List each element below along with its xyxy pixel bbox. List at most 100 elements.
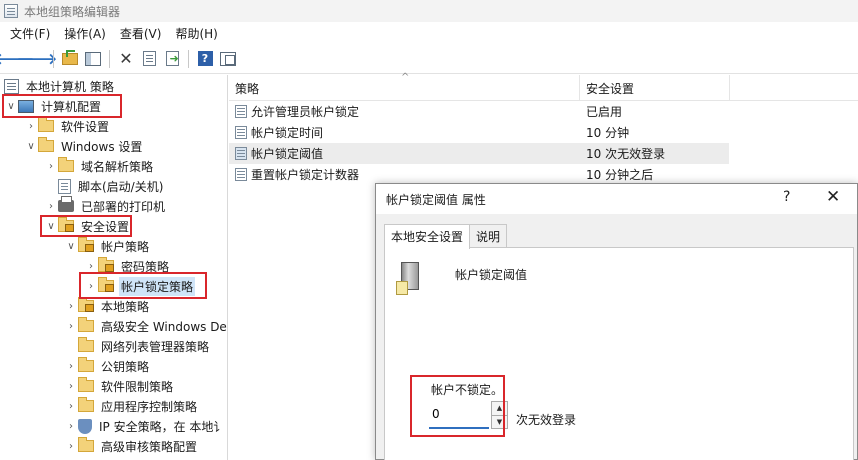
dialog-tabs: 本地安全设置 说明 <box>384 224 508 249</box>
forward-button[interactable]: 🡒 <box>17 49 57 69</box>
tree-item-label: 帐户策略 <box>101 239 150 254</box>
help-icon[interactable]: ? <box>783 189 790 205</box>
policy-name: 帐户锁定阈值 <box>251 147 324 161</box>
chevron-right-icon[interactable]: › <box>44 161 58 172</box>
tab-panel: 帐户锁定阈值 帐户不锁定。 ▲ ▼ 次无效登录 <box>384 247 854 460</box>
properties-button[interactable] <box>139 49 159 69</box>
export-list-button[interactable] <box>162 49 182 69</box>
tree-item-local-policy[interactable]: 本地计算机 策略 <box>4 76 116 96</box>
stepper-up-icon[interactable]: ▲ <box>492 402 507 415</box>
chevron-right-icon[interactable]: › <box>64 421 78 432</box>
policy-value: 10 分钟 <box>586 126 630 140</box>
tree-item-windows-defender-firewall[interactable]: › 高级安全 Windows De <box>64 316 227 336</box>
tree-item-software-restriction[interactable]: › 软件限制策略 <box>64 376 175 396</box>
tree-item-public-key-policies[interactable]: › 公钥策略 <box>64 356 151 376</box>
stepper-down-icon[interactable]: ▼ <box>492 414 507 428</box>
table-row[interactable]: 允许管理员帐户锁定 已启用 <box>229 101 729 122</box>
chevron-down-icon[interactable]: ∨ <box>64 241 78 252</box>
chevron-right-icon[interactable]: › <box>44 201 58 212</box>
chevron-down-icon[interactable]: ∨ <box>44 221 58 232</box>
menu-help[interactable]: 帮助(H) <box>169 23 223 44</box>
locked-folder-icon <box>98 277 114 292</box>
delete-button[interactable]: ✕ <box>116 49 136 69</box>
server-policy-icon <box>396 262 419 295</box>
up-one-level-button[interactable] <box>60 49 80 69</box>
tree-item-label: 应用程序控制策略 <box>101 399 198 414</box>
menu-file[interactable]: 文件(F) <box>4 23 56 44</box>
tree-item-label: 域名解析策略 <box>81 159 154 174</box>
show-hide-tree-button[interactable] <box>83 49 103 69</box>
printer-icon <box>58 196 74 212</box>
threshold-input[interactable] <box>429 401 489 429</box>
chevron-right-icon[interactable]: › <box>64 361 78 372</box>
unit-label: 次无效登录 <box>516 413 577 427</box>
tree-item-application-control[interactable]: › 应用程序控制策略 <box>64 396 199 416</box>
tree-item-label: 本地策略 <box>101 299 150 314</box>
tab-explain[interactable]: 说明 <box>469 224 508 247</box>
chevron-right-icon[interactable]: › <box>84 261 98 272</box>
lockout-description: 帐户不锁定。 <box>431 383 504 397</box>
tree-item-advanced-audit[interactable]: › 高级审核策略配置 <box>64 436 199 456</box>
locked-folder-icon <box>78 237 94 252</box>
tree-item-ip-security[interactable]: › IP 安全策略，在 本地讠 <box>64 416 227 436</box>
tree-item-label: Windows 设置 <box>61 139 143 154</box>
tree-item-computer-config[interactable]: ∨ 计算机配置 <box>4 96 103 116</box>
tab-local-security-setting[interactable]: 本地安全设置 <box>384 224 471 249</box>
chevron-right-icon[interactable]: › <box>64 441 78 452</box>
table-row[interactable]: 帐户锁定阈值 10 次无效登录 <box>229 143 729 164</box>
tree-item-security-settings[interactable]: ∨ 安全设置 <box>44 216 131 236</box>
chevron-right-icon[interactable]: › <box>64 401 78 412</box>
folder-icon <box>78 337 94 352</box>
tree-item-label: 脚本(启动/关机) <box>78 179 164 194</box>
show-hide-tree-icon <box>85 51 101 66</box>
tree-item-network-list-manager[interactable]: 网络列表管理器策略 <box>78 336 211 356</box>
column-header-security-setting[interactable]: 安全设置 <box>580 75 730 101</box>
tree-item-account-policies[interactable]: ∨ 帐户策略 <box>64 236 151 256</box>
folder-icon <box>78 377 94 392</box>
chevron-right-icon[interactable]: › <box>64 321 78 332</box>
tree-item-printers[interactable]: › 已部署的打印机 <box>44 196 167 216</box>
menu-view[interactable]: 查看(V) <box>114 23 168 44</box>
threshold-stepper: ▲ ▼ <box>429 401 508 429</box>
computer-icon <box>18 99 34 113</box>
security-icon <box>58 217 74 232</box>
tree-item-software-settings[interactable]: › 软件设置 <box>24 116 111 136</box>
chevron-down-icon[interactable]: ∨ <box>4 101 18 112</box>
help-button[interactable]: ? <box>195 49 215 69</box>
toolbar-separator <box>188 49 189 68</box>
chevron-right-icon[interactable]: › <box>64 301 78 312</box>
folder-icon <box>78 357 94 372</box>
chevron-right-icon[interactable]: › <box>84 281 98 292</box>
table-row[interactable]: 帐户锁定时间 10 分钟 <box>229 122 729 143</box>
console-tree[interactable]: 本地计算机 策略 ∨ 计算机配置 › 软件设置 ∨ Windows 设置 › 域… <box>0 75 228 460</box>
list-header: 策略 ^ 安全设置 <box>229 72 858 101</box>
toolbar-separator <box>109 49 110 68</box>
folder-icon <box>38 117 54 132</box>
chevron-right-icon[interactable]: › <box>64 381 78 392</box>
tree-item-label: 密码策略 <box>121 259 170 274</box>
action-pane-button[interactable] <box>218 49 238 69</box>
chevron-right-icon[interactable]: › <box>24 121 38 132</box>
folder-icon <box>78 437 94 452</box>
tree-item-password-policy[interactable]: › 密码策略 <box>84 256 171 276</box>
up-folder-icon <box>62 49 78 65</box>
policy-value: 10 分钟之后 <box>586 168 654 182</box>
table-row[interactable]: 重置帐户锁定计数器 10 分钟之后 <box>229 164 729 185</box>
locked-folder-icon <box>98 257 114 272</box>
tree-item-dns-policy[interactable]: › 域名解析策略 <box>44 156 155 176</box>
menu-action[interactable]: 操作(A) <box>58 23 112 44</box>
toolbar-separator <box>53 49 54 68</box>
tree-item-label: 已部署的打印机 <box>81 199 166 214</box>
chevron-down-icon[interactable]: ∨ <box>24 141 38 152</box>
policy-name: 重置帐户锁定计数器 <box>251 168 360 182</box>
tree-item-local-policies[interactable]: › 本地策略 <box>64 296 151 316</box>
dialog-title: 帐户锁定阈值 属性 <box>386 192 486 207</box>
tree-item-windows-settings[interactable]: ∨ Windows 设置 <box>24 136 144 156</box>
close-icon[interactable]: ✕ <box>826 187 840 207</box>
folder-icon <box>38 137 54 152</box>
tree-item-scripts[interactable]: 脚本(启动/关机) <box>58 176 165 196</box>
tree-item-account-lockout-policy[interactable]: › 帐户锁定策略 <box>84 276 196 296</box>
column-header-policy[interactable]: 策略 ^ <box>229 72 580 101</box>
properties-icon <box>142 51 156 66</box>
tree-item-label: 安全设置 <box>81 219 130 234</box>
